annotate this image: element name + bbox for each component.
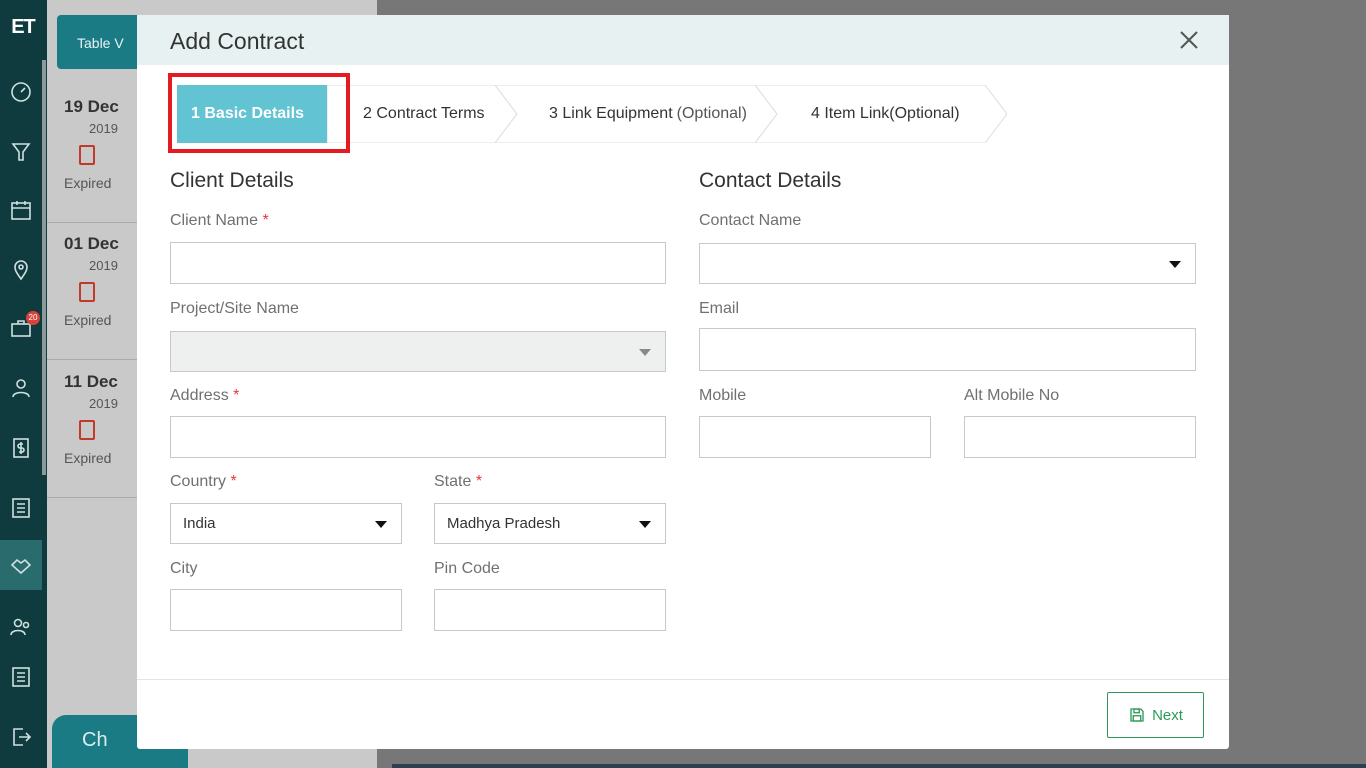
pin-code-label: Pin Code <box>434 560 500 577</box>
step-label: Link Equipment <box>562 105 673 122</box>
state-label: State * <box>434 473 483 490</box>
chevron-down-icon <box>1169 261 1181 268</box>
mobile-label: Mobile <box>699 387 747 404</box>
list-icon[interactable] <box>0 483 42 533</box>
save-icon <box>1130 708 1144 722</box>
card-year: 2019 <box>89 396 118 411</box>
step-optional: (Optional) <box>676 105 747 122</box>
card-date: 11 Dec <box>64 372 118 391</box>
dollar-icon[interactable] <box>0 423 42 473</box>
expired-doc-icon <box>79 420 95 440</box>
step-optional: (Optional) <box>889 105 960 122</box>
client-name-input[interactable] <box>170 242 666 284</box>
dashboard-icon[interactable] <box>0 67 42 117</box>
card-date: 19 Dec <box>64 97 119 116</box>
email-label: Email <box>699 300 740 317</box>
step-number: 2 <box>363 105 372 122</box>
calendar-icon[interactable] <box>0 185 42 235</box>
state-select[interactable]: Madhya Pradesh <box>434 503 666 544</box>
chevron-down-icon <box>375 521 387 528</box>
modal-title: Add Contract <box>170 28 305 54</box>
wizard-stepper: 1 Basic Details 2 Contract Terms 3 Link … <box>177 85 1017 143</box>
contact-name-label: Contact Name <box>699 212 802 229</box>
chevron-down-icon <box>639 521 651 528</box>
state-value: Madhya Pradesh <box>447 515 561 532</box>
step-number: 4 <box>811 105 820 122</box>
map-pin-icon[interactable] <box>0 245 42 295</box>
city-input[interactable] <box>170 589 402 631</box>
expired-doc-icon <box>79 282 95 302</box>
country-value: India <box>183 515 216 532</box>
step-number: 1 <box>191 105 200 122</box>
step-contract-terms[interactable]: 2 Contract Terms <box>327 85 517 143</box>
expired-doc-icon <box>79 145 95 165</box>
alt-mobile-label: Alt Mobile No <box>964 387 1060 404</box>
next-label: Next <box>1152 706 1183 724</box>
funnel-icon[interactable] <box>0 127 42 177</box>
add-contract-modal: Add Contract 1 Basic Details 2 Contract … <box>137 15 1229 749</box>
list-item[interactable]: 11 Dec 2019 Expired <box>47 360 137 498</box>
email-input[interactable] <box>699 328 1196 371</box>
step-link-equipment[interactable]: 3 Link Equipment (Optional) <box>495 85 777 143</box>
step-label: Contract Terms <box>376 105 485 122</box>
client-name-label: Client Name * <box>170 212 269 229</box>
step-label: Basic Details <box>204 105 304 122</box>
project-site-label: Project/Site Name <box>170 300 299 317</box>
card-year: 2019 <box>89 121 118 136</box>
card-year: 2019 <box>89 258 118 273</box>
country-select[interactable]: India <box>170 503 402 544</box>
next-button[interactable]: Next <box>1107 692 1204 738</box>
contract-handshake-icon[interactable] <box>0 540 42 590</box>
settings-sliders-icon[interactable] <box>0 652 42 702</box>
address-input[interactable] <box>170 416 666 458</box>
close-icon[interactable] <box>1177 28 1201 52</box>
pin-code-input[interactable] <box>434 589 666 631</box>
address-label: Address * <box>170 387 240 404</box>
card-status: Expired <box>64 175 112 191</box>
step-basic-details[interactable]: 1 Basic Details <box>177 85 347 143</box>
app-logo[interactable]: ET <box>4 8 42 46</box>
side-nav: ET 20 <box>0 0 47 768</box>
bottom-bar <box>392 764 1366 768</box>
logout-icon[interactable] <box>0 712 42 762</box>
list-item[interactable]: 01 Dec 2019 Expired <box>47 222 137 360</box>
alt-mobile-input[interactable] <box>964 416 1196 458</box>
nav-scrollbar[interactable] <box>42 60 46 475</box>
contact-name-select[interactable] <box>699 243 1196 284</box>
project-site-select[interactable] <box>170 331 666 372</box>
city-label: City <box>170 560 198 577</box>
card-date: 01 Dec <box>64 234 119 253</box>
country-label: Country * <box>170 473 237 490</box>
chevron-down-icon <box>639 349 651 356</box>
list-item[interactable]: 19 Dec 2019 Expired <box>47 85 137 223</box>
footer-divider <box>137 679 1229 680</box>
chat-label: Ch <box>82 729 108 751</box>
card-status: Expired <box>64 450 112 466</box>
modal-header: Add Contract <box>137 15 1229 65</box>
briefcase-icon[interactable]: 20 <box>0 303 42 353</box>
users-icon[interactable] <box>0 602 42 652</box>
user-icon[interactable] <box>0 363 42 413</box>
card-status: Expired <box>64 312 112 328</box>
client-details-title: Client Details <box>170 169 294 192</box>
mobile-input[interactable] <box>699 416 931 458</box>
step-item-link[interactable]: 4 Item Link(Optional) <box>755 85 1007 143</box>
step-label: Item Link <box>824 105 890 122</box>
step-number: 3 <box>549 105 558 122</box>
contact-details-title: Contact Details <box>699 169 842 192</box>
notification-badge: 20 <box>26 311 40 325</box>
